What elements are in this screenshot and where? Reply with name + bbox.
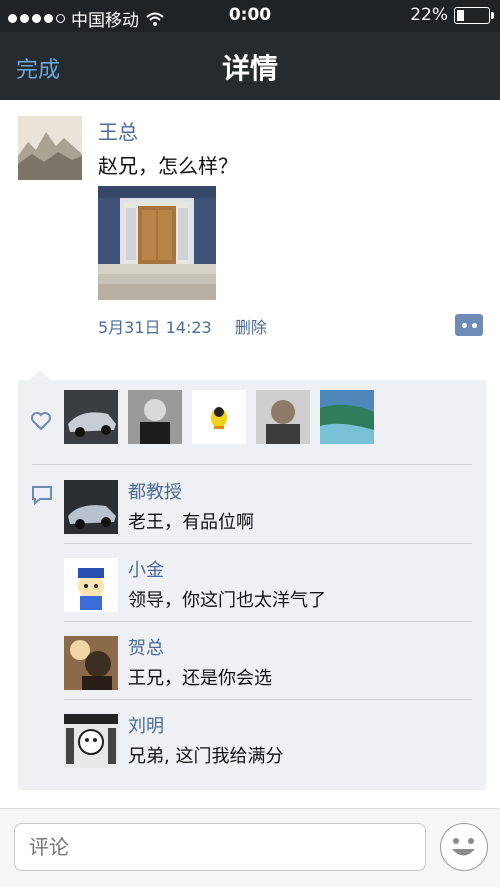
commenter-avatar[interactable] [64, 636, 118, 690]
navigation-bar: 完成 详情 [0, 32, 500, 100]
dot-icon [461, 322, 467, 328]
comment-text: 老王，有品位啊 [128, 512, 254, 533]
comment-text: 王兄，还是你会选 [128, 668, 272, 689]
like-avatar[interactable] [256, 390, 310, 444]
like-avatar[interactable] [64, 390, 118, 444]
commenter-name[interactable]: 贺总 [128, 634, 164, 660]
comment-item: 小金 领导，你这门也太洋气了 [64, 544, 472, 622]
more-options-button[interactable] [455, 314, 483, 336]
delete-button[interactable]: 删除 [235, 318, 267, 337]
like-avatar[interactable] [128, 390, 182, 444]
post-text: 赵兄，怎么样？ [98, 154, 238, 178]
battery-icon [454, 6, 494, 24]
page-title: 详情 [221, 52, 278, 85]
comment-bar [0, 808, 500, 887]
author-avatar[interactable] [18, 116, 82, 180]
emoji-button[interactable] [440, 823, 488, 871]
post-timestamp: 5月31日 14:23 [98, 318, 212, 337]
comment-item: 刘明 兄弟, 这门我给满分 [64, 700, 472, 778]
post-author[interactable]: 王总 [98, 116, 138, 145]
smiley-icon [452, 838, 475, 856]
comment-icon [32, 486, 52, 506]
battery-percent: 22% [410, 5, 448, 25]
comment-text: 兄弟, 这门我给满分 [128, 746, 284, 767]
battery-info: 22% [410, 5, 494, 25]
comment-item: 贺总 王兄，还是你会选 [64, 622, 472, 700]
status-bar: 中国移动 0:00 22% [0, 0, 500, 32]
commenter-name[interactable]: 刘明 [128, 712, 164, 738]
commenter-avatar[interactable] [64, 714, 118, 768]
post-meta: 5月31日 14:23 删除 [98, 314, 267, 338]
likes-list [64, 390, 374, 444]
commenter-name[interactable]: 小金 [128, 556, 164, 582]
commenter-name[interactable]: 都教授 [128, 478, 182, 504]
like-avatar[interactable] [192, 390, 246, 444]
commenter-avatar[interactable] [64, 480, 118, 534]
like-avatar[interactable] [320, 390, 374, 444]
interaction-panel: 都教授 老王，有品位啊 小金 领导，你这门也太洋气了 贺总 王兄，还是你会选 刘… [18, 370, 486, 790]
comment-item: 都教授 老王，有品位啊 [64, 466, 472, 544]
comment-text: 领导，你这门也太洋气了 [128, 590, 326, 611]
comment-input[interactable] [14, 823, 426, 871]
heart-icon [31, 412, 51, 431]
post-image[interactable] [98, 186, 216, 300]
dot-icon [471, 322, 477, 328]
commenter-avatar[interactable] [64, 558, 118, 612]
divider [32, 464, 472, 465]
